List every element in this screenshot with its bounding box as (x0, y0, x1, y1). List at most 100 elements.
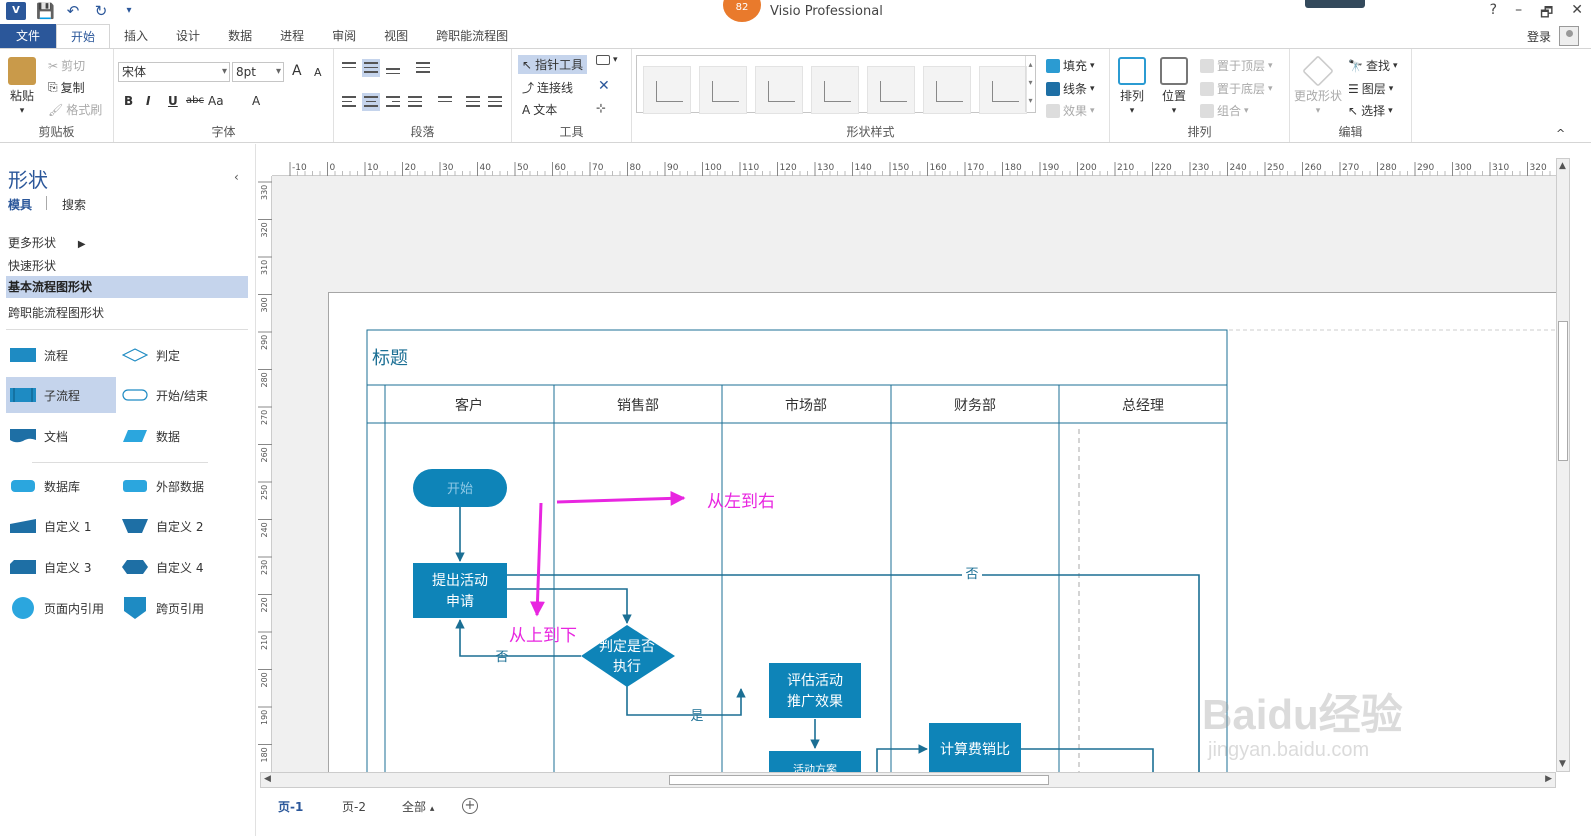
cut-button[interactable]: ✂ 剪切 (48, 57, 85, 74)
tab-process[interactable]: 进程 (266, 24, 318, 48)
edge-label-yes[interactable]: 是 (690, 709, 703, 724)
shape-process[interactable]: 流程 (10, 337, 68, 373)
shape-on-page-reference[interactable]: 页面内引用 (10, 590, 104, 626)
scroll-down-icon[interactable]: ▼ (1559, 759, 1566, 769)
drawing-canvas[interactable]: 标题 客户 销售部 市场部 财务部 总经理 开始 提出活动 申请 判定是否 执行… (272, 176, 1556, 772)
redo-icon[interactable]: ↻ (92, 2, 110, 20)
scroll-up-icon[interactable]: ▲ (1559, 161, 1566, 171)
align-left-button[interactable] (340, 93, 358, 111)
align-right-button[interactable] (384, 93, 402, 111)
edge-label-no-top[interactable]: 否 (965, 567, 978, 582)
shape-external-data[interactable]: 外部数据 (122, 468, 204, 504)
close-button[interactable]: ✕ (1571, 2, 1583, 26)
pointer-tool-button[interactable]: ↖ 指针工具 (518, 55, 588, 74)
shape-custom2[interactable]: 自定义 2 (122, 508, 203, 544)
vertical-scroll-thumb[interactable] (1558, 321, 1568, 461)
annotation-top-to-bottom[interactable]: 从上到下 (509, 626, 577, 646)
tab-data[interactable]: 数据 (214, 24, 266, 48)
lane-header-customer[interactable]: 客户 (455, 397, 483, 414)
tab-review[interactable]: 审阅 (318, 24, 370, 48)
underline-button[interactable]: U (168, 94, 178, 108)
lane-header-marketing[interactable]: 市场部 (785, 397, 827, 414)
style-swatch[interactable] (755, 66, 803, 114)
find-button[interactable]: 🔭 查找 ▾ (1348, 57, 1398, 74)
tab-file[interactable]: 文件 (0, 24, 57, 48)
annotation-left-to-right[interactable]: 从左到右 (707, 492, 775, 512)
bullets-button[interactable] (414, 59, 432, 77)
decrease-indent-button[interactable] (464, 93, 482, 111)
style-swatch[interactable] (811, 66, 859, 114)
minimize-button[interactable]: – (1515, 2, 1522, 26)
fill-button[interactable]: 填充 ▾ (1046, 57, 1095, 74)
scroll-left-icon[interactable]: ◀ (264, 774, 271, 784)
lane-header-gm[interactable]: 总经理 (1122, 398, 1164, 414)
page-tab-2[interactable]: 页-2 (342, 798, 366, 815)
font-name-select[interactable]: 宋体 (118, 62, 230, 82)
change-case-button[interactable]: Aa (208, 94, 224, 108)
font-color-button[interactable]: A (252, 94, 260, 108)
add-page-icon[interactable]: + (462, 798, 478, 814)
bring-to-front-button[interactable]: 置于顶层 ▾ (1200, 57, 1273, 74)
send-to-back-button[interactable]: 置于底层 ▾ (1200, 80, 1273, 97)
shape-decision[interactable]: 判定 (122, 337, 180, 373)
select-button[interactable]: ↖ 选择 ▾ (1348, 102, 1393, 119)
align-center-button[interactable] (362, 93, 380, 111)
style-swatch[interactable] (699, 66, 747, 114)
font-size-select[interactable]: 8pt (232, 62, 284, 82)
bold-button[interactable]: B (124, 94, 133, 108)
diagram-title[interactable]: 标题 (372, 348, 408, 369)
align-top-button[interactable] (340, 59, 358, 77)
undo-icon[interactable]: ↶ (64, 2, 82, 20)
text-tool-button[interactable]: A 文本 (522, 101, 557, 118)
avatar[interactable] (1559, 26, 1579, 46)
tab-view[interactable]: 视图 (370, 24, 422, 48)
position-button[interactable]: 位置 ▾ (1160, 57, 1188, 116)
shape-custom1[interactable]: 自定义 1 (10, 508, 91, 544)
collapse-pane-icon[interactable]: ‹ (234, 170, 239, 184)
style-swatch[interactable] (867, 66, 915, 114)
strikethrough-button[interactable]: abc (186, 95, 204, 106)
shape-data[interactable]: 数据 (122, 418, 180, 454)
connection-point-icon[interactable]: ⊹ (596, 101, 606, 115)
align-bottom-button[interactable] (384, 59, 402, 77)
shape-document[interactable]: 文档 (10, 418, 68, 454)
copy-button[interactable]: ⎘ 复制 (48, 79, 85, 96)
rectangle-tool-button[interactable]: ▾ (596, 55, 618, 65)
change-shape-button[interactable]: 更改形状 ▾ (1294, 55, 1342, 116)
style-swatch[interactable] (643, 66, 691, 114)
collapse-ribbon-icon[interactable]: ^ (1556, 127, 1565, 140)
increase-indent-button[interactable] (486, 93, 504, 111)
shape-database[interactable]: 数据库 (10, 468, 80, 504)
style-swatch[interactable] (979, 66, 1027, 114)
save-icon[interactable]: 💾 (36, 2, 55, 20)
tab-stencils[interactable]: 模具 (8, 196, 32, 213)
scroll-right-icon[interactable]: ▶ (1545, 774, 1552, 784)
align-middle-button[interactable] (362, 59, 380, 77)
edge-label-no-back[interactable]: 否 (495, 650, 508, 665)
tab-home[interactable]: 开始 (56, 24, 111, 48)
italic-button[interactable]: I (146, 94, 150, 108)
arrange-button[interactable]: 排列 ▾ (1118, 57, 1146, 116)
quick-shapes-link[interactable]: 快速形状 (8, 257, 56, 274)
line-button[interactable]: 线条 ▾ (1046, 80, 1095, 97)
layers-button[interactable]: ☰ 图层 ▾ (1348, 80, 1393, 97)
vertical-scrollbar[interactable]: ▲ ▼ (1556, 158, 1570, 772)
grow-font-button[interactable]: A (292, 63, 302, 79)
shape-evaluate[interactable]: 评估活动 推广效果 (769, 663, 861, 718)
help-button[interactable]: ? (1490, 2, 1497, 26)
shape-custom3[interactable]: 自定义 3 (10, 549, 91, 585)
effects-button[interactable]: 效果 ▾ (1046, 102, 1095, 119)
shape-plan[interactable]: 活动方案 (769, 751, 861, 772)
shape-request[interactable]: 提出活动 申请 (413, 563, 507, 618)
shape-subprocess[interactable]: 子流程 (6, 377, 116, 413)
lane-header-sales[interactable]: 销售部 (617, 398, 659, 414)
customize-qat-icon[interactable]: ▾ (120, 2, 138, 20)
tab-search[interactable]: 搜索 (62, 196, 86, 213)
login-link[interactable]: 登录 (1527, 28, 1551, 45)
tab-insert[interactable]: 插入 (110, 24, 162, 48)
connector-tool-button[interactable]: ⤴ 连接线 (522, 79, 573, 96)
gallery-scroll[interactable]: ▴ ▾ ▾ (1025, 56, 1035, 112)
lane-header-finance[interactable]: 财务部 (954, 398, 996, 414)
shape-off-page-reference[interactable]: 跨页引用 (122, 590, 204, 626)
shape-start-end[interactable]: 开始/结束 (122, 377, 208, 413)
